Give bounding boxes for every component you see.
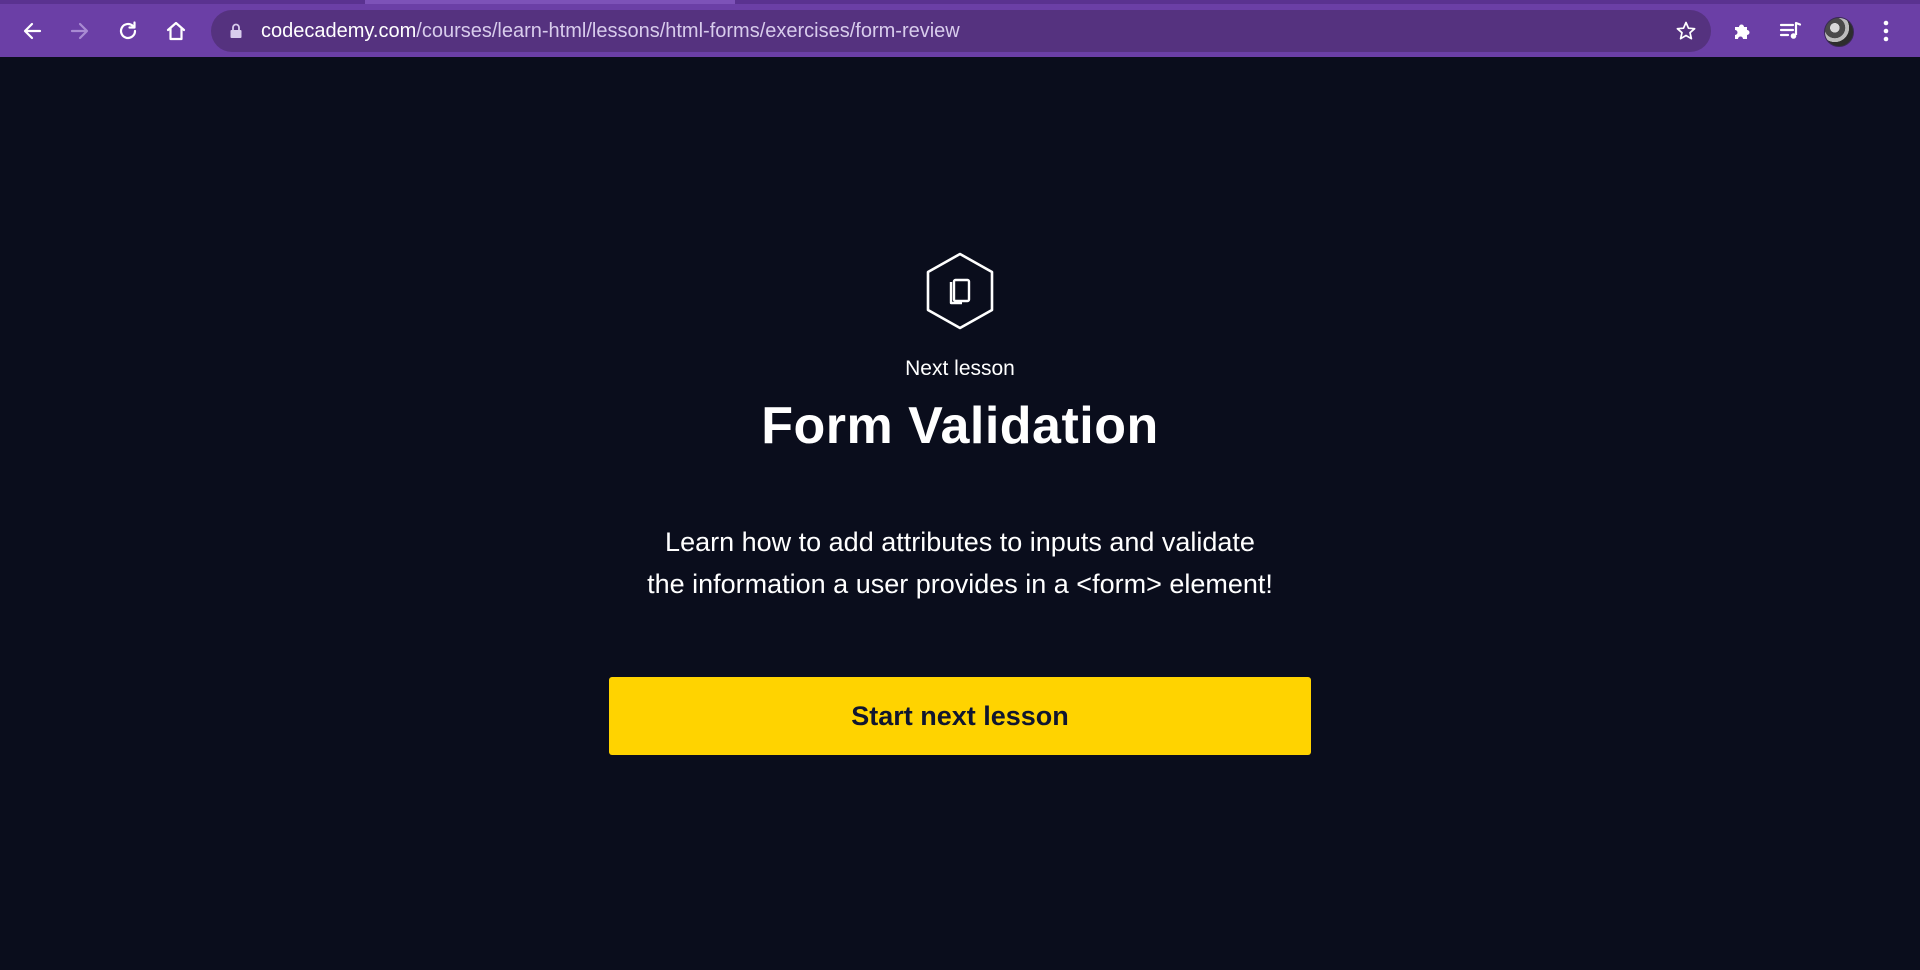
arrow-left-icon: [23, 22, 42, 40]
url-path: /courses/learn-html/lessons/html-forms/e…: [416, 20, 960, 42]
active-tab-indicator: [365, 0, 735, 4]
start-next-lesson-button[interactable]: Start next lesson: [609, 677, 1311, 755]
address-bar[interactable]: codecademy.com/courses/learn-html/lesson…: [211, 10, 1711, 52]
reload-button[interactable]: [110, 13, 146, 49]
url-text[interactable]: codecademy.com/courses/learn-html/lesson…: [261, 10, 960, 52]
lock-icon: [230, 23, 242, 38]
description-line: the information a user provides in a <fo…: [647, 569, 1273, 599]
browser-toolbar: codecademy.com/courses/learn-html/lesson…: [0, 0, 1920, 57]
home-button[interactable]: [158, 13, 194, 49]
url-host: codecademy.com: [261, 20, 417, 42]
description-line: Learn how to add attributes to inputs an…: [665, 527, 1255, 557]
kebab-menu-icon: [1883, 20, 1889, 42]
media-control-button[interactable]: [1772, 13, 1808, 49]
lesson-complete-panel: Next lesson Form Validation Learn how to…: [0, 57, 1920, 970]
puzzle-icon: [1735, 24, 1750, 39]
lesson-hexagon-icon: [926, 252, 994, 330]
arrow-right-icon: [70, 22, 89, 40]
reload-icon: [119, 21, 137, 40]
star-icon[interactable]: [1675, 20, 1697, 42]
extensions-button[interactable]: [1725, 13, 1761, 49]
lesson-title: Form Validation: [761, 397, 1159, 455]
back-button[interactable]: [14, 13, 50, 49]
home-icon: [166, 21, 186, 41]
avatar[interactable]: [1824, 17, 1854, 47]
next-lesson-label: Next lesson: [905, 357, 1015, 380]
lesson-description: Learn how to add attributes to inputs an…: [560, 521, 1360, 605]
playlist-icon: [1779, 21, 1802, 39]
browser-menu-button[interactable]: [1868, 13, 1904, 49]
forward-button[interactable]: [62, 13, 98, 49]
